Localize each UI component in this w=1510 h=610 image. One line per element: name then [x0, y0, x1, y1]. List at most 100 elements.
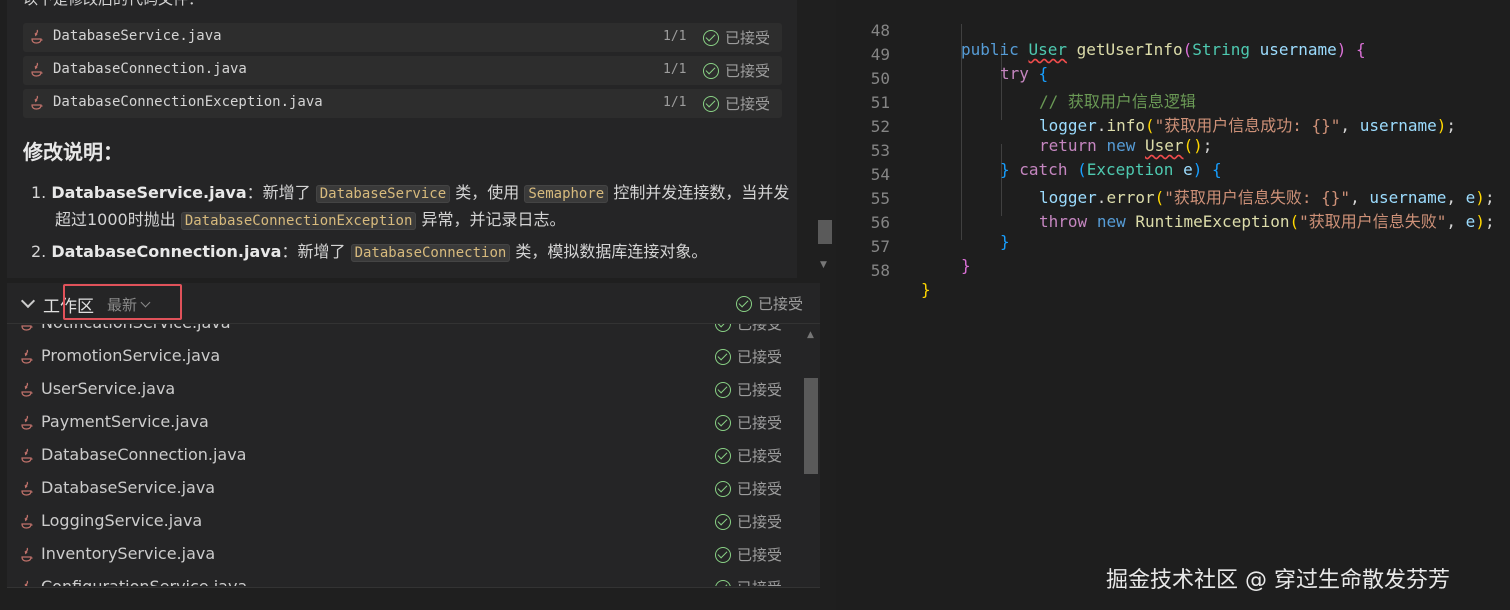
inline-code: DatabaseConnection — [350, 244, 511, 262]
java-file-icon — [21, 514, 33, 529]
file-name: DatabaseService.java — [53, 28, 222, 44]
code-line: 54 logger.error("获取用户信息失败: {}", username… — [836, 146, 1510, 207]
change-count: 1/1 — [663, 29, 687, 44]
java-file-icon — [31, 95, 43, 110]
file-name: DatabaseConnection.java — [41, 445, 247, 464]
status-text: 已接受 — [725, 29, 771, 47]
scrollbar-thumb[interactable] — [818, 220, 832, 244]
list-item[interactable]: NotificationService.java 已接受 — [7, 324, 802, 340]
chat-intro-text: 以下是修改后的代码文件： — [23, 0, 203, 9]
check-circle-icon — [715, 447, 731, 464]
file-name: LoggingService.java — [41, 511, 203, 530]
change-description-item: 1. DatabaseService.java：新增了 DatabaseServ… — [31, 180, 789, 207]
code-line: 48 public User getUserInfo(String userna… — [836, 2, 1510, 59]
status-text: 已接受 — [737, 447, 783, 465]
status-text: 已接受 — [737, 324, 783, 333]
brace: } — [921, 280, 931, 299]
status-badge: 已接受 — [715, 346, 782, 367]
list-item[interactable]: UserService.java 已接受 — [7, 373, 802, 406]
item-text: ：新增了 — [246, 183, 311, 202]
workspace-file-list: NotificationService.java 已接受 PromotionSe… — [7, 324, 802, 586]
java-file-icon — [21, 448, 33, 463]
item-text: 控制并发连接数，当并发 — [613, 183, 790, 202]
line-number: 58 — [870, 261, 890, 280]
accepted-all-status[interactable]: 已接受 — [736, 293, 803, 314]
java-file-icon — [21, 481, 33, 496]
check-circle-icon — [703, 95, 719, 112]
chat-message: 以下是修改后的代码文件： DatabaseService.java 1/1 已接… — [7, 0, 797, 278]
status-text: 已接受 — [725, 62, 771, 80]
code-line: 51 logger.info("获取用户信息成功: {}", username)… — [836, 74, 1510, 135]
list-item[interactable]: PaymentService.java 已接受 — [7, 406, 802, 439]
list-item[interactable]: DatabaseService.java 已接受 — [7, 472, 802, 505]
inline-code: DatabaseService — [315, 185, 451, 203]
scroll-up-icon[interactable]: ▲ — [807, 330, 814, 340]
status-badge: 已接受 — [715, 478, 782, 499]
item-number: 2. — [31, 242, 47, 261]
changed-file-card[interactable]: DatabaseService.java 1/1 已接受 — [23, 23, 782, 52]
list-item[interactable]: ConfigurationService.java 已接受 — [7, 571, 802, 586]
status-text: 已接受 — [737, 513, 783, 531]
item-file-name: DatabaseService.java — [51, 183, 247, 202]
check-circle-icon — [703, 62, 719, 79]
list-item[interactable]: PromotionService.java 已接受 — [7, 340, 802, 373]
change-count: 1/1 — [663, 95, 687, 110]
file-name: UserService.java — [41, 379, 176, 398]
status-badge: 已接受 — [703, 93, 770, 114]
chat-scrollbar[interactable]: ▼ — [816, 0, 834, 278]
list-item[interactable]: DatabaseConnection.java 已接受 — [7, 439, 802, 472]
file-name: DatabaseConnection.java — [53, 61, 247, 77]
java-file-icon — [21, 547, 33, 562]
code-line: 55 throw new RuntimeException("获取用户信息失败"… — [836, 170, 1510, 231]
code-line: 57 } — [836, 218, 1510, 275]
change-description-continuation: 超过1000时抛出 DatabaseConnectionException 异常… — [55, 207, 566, 234]
status-text: 已接受 — [737, 381, 783, 399]
item-text: ：新增了 — [281, 242, 346, 261]
check-circle-icon — [715, 513, 731, 530]
check-circle-icon — [715, 414, 731, 431]
status-text: 已接受 — [737, 577, 782, 586]
status-badge: 已接受 — [715, 412, 782, 433]
collapse-chevron-icon[interactable] — [20, 293, 36, 309]
file-name: ConfigurationService.java — [41, 577, 247, 586]
status-text: 已接受 — [737, 546, 783, 564]
change-description-item: 2. DatabaseConnection.java：新增了 DatabaseC… — [31, 239, 707, 266]
changed-file-card[interactable]: DatabaseConnection.java 1/1 已接受 — [23, 56, 782, 85]
code-line: 53 } catch (Exception e) { — [836, 122, 1510, 179]
chat-panel: 以下是修改后的代码文件： DatabaseService.java 1/1 已接… — [0, 0, 836, 610]
status-text: 已接受 — [737, 414, 783, 432]
status-badge: 已接受 — [703, 60, 770, 81]
scrollbar-thumb[interactable] — [804, 378, 818, 474]
status-text: 已接受 — [725, 95, 771, 113]
code-line: 52 return new User(); — [836, 98, 1510, 155]
inline-code: DatabaseConnectionException — [180, 212, 417, 230]
annotation-highlight-box — [63, 284, 182, 320]
check-circle-icon — [715, 480, 731, 497]
java-file-icon — [21, 415, 33, 430]
code-line: 49 try { — [836, 26, 1510, 83]
section-heading: 修改说明： — [23, 140, 123, 164]
workspace-header[interactable]: 工作区 最新 已接受 — [7, 283, 820, 324]
workspace-panel: 工作区 最新 已接受 NotificationService.java 已接受 … — [7, 283, 820, 610]
status-badge: 已接受 — [715, 324, 782, 334]
check-circle-icon — [715, 546, 731, 563]
changed-file-card[interactable]: DatabaseConnectionException.java 1/1 已接受 — [23, 89, 782, 118]
item-text: 类，使用 — [455, 183, 520, 202]
workspace-footer — [7, 587, 820, 610]
file-name: NotificationService.java — [41, 324, 231, 332]
list-item[interactable]: LoggingService.java 已接受 — [7, 505, 802, 538]
item-number: 1. — [31, 183, 47, 202]
scroll-down-icon[interactable]: ▼ — [820, 260, 830, 270]
java-file-icon — [21, 349, 33, 364]
status-badge: 已接受 — [715, 379, 782, 400]
list-item[interactable]: InventoryService.java 已接受 — [7, 538, 802, 571]
code-editor[interactable]: 48 public User getUserInfo(String userna… — [836, 0, 1510, 610]
file-name: DatabaseConnectionException.java — [53, 94, 323, 110]
status-badge: 已接受 — [715, 544, 782, 565]
status-badge: 已接受 — [715, 445, 782, 466]
status-badge: 已接受 — [715, 577, 782, 586]
workspace-scrollbar[interactable]: ▲ — [802, 324, 820, 586]
java-file-icon — [21, 382, 33, 397]
code-line: 50 // 获取用户信息逻辑 — [836, 50, 1510, 111]
check-circle-icon — [736, 295, 752, 312]
